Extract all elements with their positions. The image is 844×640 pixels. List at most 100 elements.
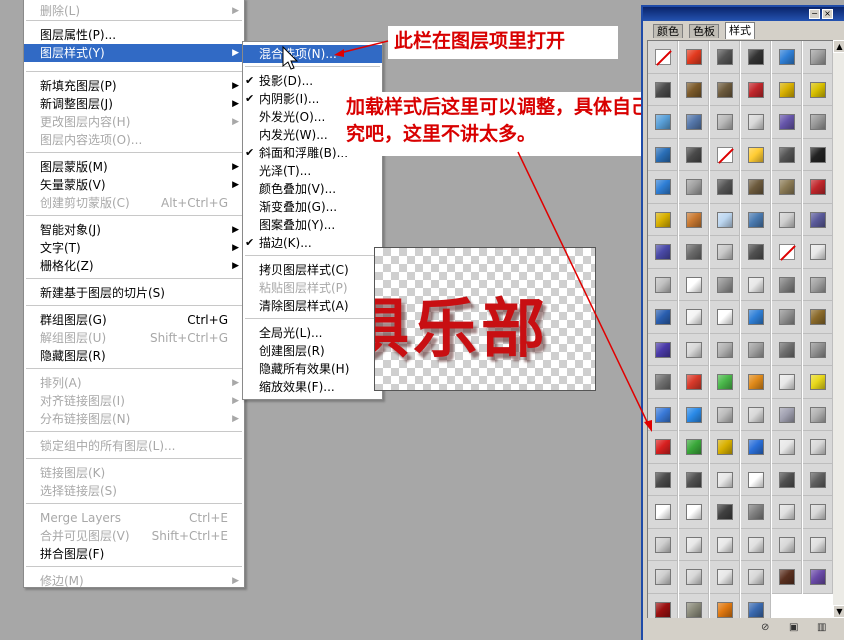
style-swatch[interactable]: [648, 496, 678, 529]
style-swatch[interactable]: [741, 106, 771, 139]
style-swatch[interactable]: [803, 398, 833, 431]
style-swatch[interactable]: [648, 236, 678, 269]
style-swatch[interactable]: [741, 203, 771, 236]
menu-item[interactable]: 文字(T) ▶: [24, 239, 244, 257]
style-swatch[interactable]: [648, 366, 678, 399]
style-swatch[interactable]: [772, 236, 802, 269]
style-swatch[interactable]: [679, 301, 709, 334]
menu-item[interactable]: 新填充图层(P) ▶: [24, 77, 244, 95]
style-swatch[interactable]: [803, 41, 833, 74]
style-swatch[interactable]: [648, 398, 678, 431]
menu-item[interactable]: 矢量蒙版(V) ▶: [24, 176, 244, 194]
submenu-item[interactable]: 混合选项(N)...: [243, 45, 382, 63]
style-swatch[interactable]: [710, 236, 740, 269]
submenu-item[interactable]: 拷贝图层样式(C): [243, 261, 382, 279]
style-swatch[interactable]: [648, 528, 678, 561]
style-swatch[interactable]: [648, 138, 678, 171]
palette-titlebar[interactable]: − ×: [643, 7, 844, 21]
style-swatch[interactable]: [772, 73, 802, 106]
menu-item[interactable]: 群组图层(G) Ctrl+G: [24, 311, 244, 329]
style-swatch[interactable]: [679, 496, 709, 529]
menu-item[interactable]: 新调整图层(J) ▶: [24, 95, 244, 113]
style-swatch[interactable]: [710, 333, 740, 366]
menu-item[interactable]: 隐藏图层(R): [24, 347, 244, 365]
style-swatch[interactable]: [710, 398, 740, 431]
style-swatch[interactable]: [648, 561, 678, 594]
style-swatch[interactable]: [803, 73, 833, 106]
style-swatch[interactable]: [803, 138, 833, 171]
style-swatch[interactable]: [772, 528, 802, 561]
style-swatch[interactable]: [679, 203, 709, 236]
document-canvas[interactable]: 俱乐部: [374, 247, 596, 391]
style-swatch[interactable]: [772, 171, 802, 204]
style-swatch[interactable]: [679, 366, 709, 399]
style-swatch[interactable]: [648, 41, 678, 74]
style-swatch[interactable]: [710, 138, 740, 171]
scroll-down-icon[interactable]: ▼: [833, 605, 844, 618]
style-swatch[interactable]: [741, 398, 771, 431]
style-swatch[interactable]: [679, 171, 709, 204]
style-swatch[interactable]: [710, 41, 740, 74]
style-swatch[interactable]: [679, 106, 709, 139]
style-swatch[interactable]: [710, 171, 740, 204]
style-swatch[interactable]: [741, 41, 771, 74]
style-swatch[interactable]: [803, 528, 833, 561]
style-swatch[interactable]: [648, 73, 678, 106]
style-swatch[interactable]: [772, 463, 802, 496]
submenu-item[interactable]: ✔ 投影(D)...: [243, 72, 382, 90]
palette-scrollbar[interactable]: ▲ ▼: [833, 40, 844, 618]
style-swatch[interactable]: [679, 431, 709, 464]
style-swatch[interactable]: [741, 138, 771, 171]
style-swatch[interactable]: [772, 138, 802, 171]
style-swatch[interactable]: [772, 366, 802, 399]
tab-styles[interactable]: 样式: [725, 22, 755, 39]
style-swatch[interactable]: [710, 203, 740, 236]
submenu-item[interactable]: 颜色叠加(V)...: [243, 180, 382, 198]
submenu-item[interactable]: 清除图层样式(A): [243, 297, 382, 315]
style-swatch[interactable]: [741, 301, 771, 334]
style-swatch[interactable]: [772, 268, 802, 301]
style-swatch[interactable]: [803, 301, 833, 334]
scroll-up-icon[interactable]: ▲: [833, 40, 844, 53]
menu-item[interactable]: 图层属性(P)...: [24, 26, 244, 44]
style-swatch[interactable]: [741, 496, 771, 529]
style-swatch[interactable]: [710, 366, 740, 399]
style-swatch[interactable]: [741, 561, 771, 594]
style-swatch[interactable]: [803, 236, 833, 269]
submenu-item[interactable]: ✔ 描边(K)...: [243, 234, 382, 252]
style-swatch[interactable]: [803, 463, 833, 496]
submenu-item[interactable]: 渐变叠加(G)...: [243, 198, 382, 216]
style-swatch[interactable]: [679, 561, 709, 594]
style-swatch[interactable]: [772, 398, 802, 431]
submenu-item[interactable]: 隐藏所有效果(H): [243, 360, 382, 378]
style-swatch[interactable]: [710, 561, 740, 594]
style-swatch[interactable]: [772, 41, 802, 74]
style-swatch[interactable]: [679, 73, 709, 106]
style-swatch[interactable]: [648, 463, 678, 496]
style-swatch[interactable]: [741, 236, 771, 269]
style-swatch[interactable]: [772, 203, 802, 236]
submenu-item[interactable]: 光泽(T)...: [243, 162, 382, 180]
style-swatch[interactable]: [803, 106, 833, 139]
minimize-icon[interactable]: −: [809, 9, 820, 19]
menu-item[interactable]: 栅格化(Z) ▶: [24, 257, 244, 275]
style-swatch[interactable]: [772, 496, 802, 529]
style-swatch[interactable]: [648, 301, 678, 334]
style-swatch[interactable]: [772, 431, 802, 464]
style-swatch[interactable]: [803, 268, 833, 301]
submenu-item[interactable]: 图案叠加(Y)...: [243, 216, 382, 234]
style-swatch[interactable]: [803, 333, 833, 366]
style-swatch[interactable]: [648, 431, 678, 464]
menu-item[interactable]: 新建基于图层的切片(S): [24, 284, 244, 302]
style-swatch[interactable]: [741, 366, 771, 399]
style-swatch[interactable]: [741, 463, 771, 496]
style-swatch[interactable]: [648, 333, 678, 366]
style-swatch[interactable]: [679, 528, 709, 561]
style-swatch[interactable]: [679, 398, 709, 431]
style-swatch[interactable]: [803, 171, 833, 204]
tab-color[interactable]: 颜色: [653, 24, 683, 38]
style-swatch[interactable]: [710, 73, 740, 106]
style-swatch[interactable]: [803, 431, 833, 464]
style-swatch[interactable]: [803, 561, 833, 594]
style-swatch[interactable]: [648, 203, 678, 236]
